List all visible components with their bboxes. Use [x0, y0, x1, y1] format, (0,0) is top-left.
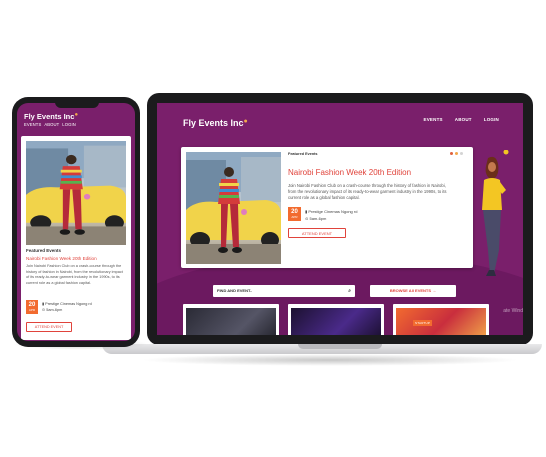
date-month: APR	[28, 308, 36, 312]
event-venue: ▮ Prestige Cinemas Ngong rd	[305, 209, 357, 214]
carousel-dots[interactable]	[450, 152, 463, 155]
event-date-badge: 20 APR	[288, 207, 301, 221]
fashion-photo-illustration	[186, 152, 281, 264]
watermark-text: ate Wind	[503, 308, 523, 314]
search-icon[interactable]: ⌕	[348, 285, 351, 297]
event-image	[186, 152, 281, 264]
desktop-screen: Fly Events Inc● EVENTS ABOUT LOGIN Featu…	[157, 103, 523, 335]
attend-event-button[interactable]: ATTEND EVENT	[288, 228, 346, 238]
featured-event-card: Featured Events Nairobi Fashion Week 20t…	[181, 147, 473, 268]
event-thumbnail[interactable]	[288, 304, 384, 335]
event-description: Join Nairobi Fashion Club on a crash-cou…	[288, 183, 447, 200]
event-thumbnail[interactable]: STARTUP	[393, 304, 489, 335]
mobile-nav: EVENTS ABOUT LOGIN	[24, 122, 76, 127]
event-thumbnail-image	[291, 308, 381, 335]
thumbnail-tag: STARTUP	[413, 320, 433, 326]
mobile-logo[interactable]: Fly Events Inc●	[24, 112, 78, 121]
event-venue: ▮ Prestige Cinemas Ngong rd	[42, 301, 92, 306]
mobile-screen: Fly Events Inc● EVENTS ABOUT LOGIN Featu…	[17, 103, 135, 341]
featured-event-card: Featured Events Nairobi Fashion Week 20t…	[21, 136, 131, 340]
carousel-dot-icon[interactable]	[455, 152, 458, 155]
event-venue-text: Prestige Cinemas Ngong rd	[45, 302, 92, 306]
search-input[interactable]: FIND AND EVENT.. ⌕	[213, 285, 355, 297]
event-time-text: 5am-6pm	[309, 216, 327, 221]
event-thumbnail-image	[396, 308, 486, 335]
nav-login[interactable]: LOGIN	[484, 117, 499, 122]
event-description: Join Nairobi Fashion Club on a crash-cou…	[26, 264, 123, 285]
carousel-dot-icon[interactable]	[460, 152, 463, 155]
logo-dot-icon: ●	[74, 112, 79, 118]
logo-text: Fly Events Inc	[24, 112, 75, 121]
nav-events[interactable]: EVENTS	[24, 122, 41, 127]
fashion-photo-illustration	[26, 141, 126, 245]
desktop-logo[interactable]: Fly Events Inc●	[183, 118, 248, 128]
desktop-nav: EVENTS ABOUT LOGIN	[424, 117, 499, 122]
laptop-hinge-notch	[298, 344, 382, 349]
event-title[interactable]: Nairobi Fashion Week 20th Edition	[26, 256, 97, 261]
date-month: APR	[291, 215, 298, 219]
event-date-badge: 20 APR	[26, 300, 38, 314]
featured-label: Featured Events	[288, 152, 318, 156]
nav-login[interactable]: LOGIN	[62, 122, 76, 127]
event-title[interactable]: Nairobi Fashion Week 20th Edition	[288, 168, 411, 177]
laptop-shadow	[140, 354, 520, 366]
nav-about[interactable]: ABOUT	[455, 117, 472, 122]
phone-notch	[55, 100, 99, 108]
search-placeholder: FIND AND EVENT..	[217, 288, 253, 293]
event-time: ⊙ 5am-6pm	[42, 307, 62, 312]
event-time: ⊙ 5am-6pm	[305, 216, 326, 221]
event-time-text: 5am-6pm	[46, 308, 63, 312]
featured-label: Featured Events	[26, 248, 62, 253]
event-image	[26, 141, 126, 245]
event-thumbnail[interactable]	[183, 304, 279, 335]
attend-event-button[interactable]: ATTEND EVENT	[26, 322, 72, 332]
event-venue-text: Prestige Cinemas Ngong rd	[308, 209, 358, 214]
logo-text: Fly Events Inc	[183, 118, 244, 128]
nav-events[interactable]: EVENTS	[424, 117, 443, 122]
nav-about[interactable]: ABOUT	[44, 122, 59, 127]
event-thumbnail-image	[186, 308, 276, 335]
woman-illustration	[482, 150, 509, 276]
carousel-dot-icon[interactable]	[450, 152, 453, 155]
browse-all-events-button[interactable]: BROWSE All EVENTS →	[370, 285, 456, 297]
logo-dot-icon: ●	[243, 118, 248, 125]
